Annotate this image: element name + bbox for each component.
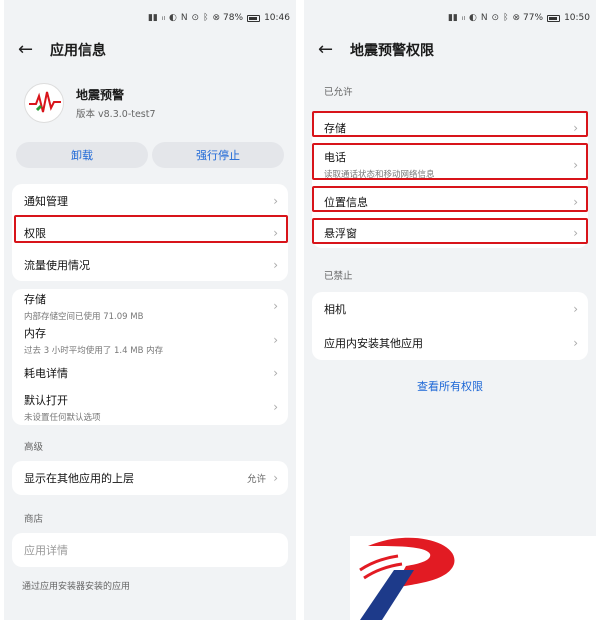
denied-permissions-card: 相机 › 应用内安装其他应用 › — [312, 292, 588, 360]
back-arrow-icon[interactable]: ← — [318, 41, 344, 59]
signal-icon: ᵢₗ — [161, 13, 165, 23]
chevron-right-icon: › — [273, 333, 278, 347]
signal-icon: ▮▮ — [147, 13, 158, 23]
chevron-right-icon: › — [273, 193, 278, 208]
permission-phone-item[interactable]: 电话 读取通话状态和移动网络信息 › — [312, 143, 588, 186]
chevron-right-icon: › — [573, 120, 578, 135]
item-label: 应用详情 — [24, 544, 68, 557]
permission-camera-item[interactable]: 相机 › — [312, 292, 588, 326]
battery-usage-item[interactable]: 耗电详情 › — [12, 357, 288, 389]
bluetooth-icon: ᛒ — [503, 13, 509, 23]
item-subtitle: 内部存储空间已使用 71.09 MB — [24, 311, 144, 322]
mute-icon: ⊗ — [212, 13, 221, 23]
wifi-icon: ◐ — [168, 13, 177, 23]
title-bar: ← 应用信息 — [4, 36, 296, 64]
wifi-icon: ◐ — [468, 13, 477, 23]
item-label: 应用内安装其他应用 — [324, 337, 423, 350]
item-label: 默认打开 — [24, 393, 68, 407]
chevron-right-icon: › — [573, 336, 578, 350]
item-value: 允许 — [246, 474, 266, 485]
page-title: 应用信息 — [50, 43, 106, 59]
item-subtitle: 读取通话状态和移动网络信息 — [324, 170, 435, 180]
chevron-right-icon: › — [573, 225, 578, 240]
item-label: 权限 — [24, 227, 46, 240]
chevron-right-icon: › — [273, 400, 278, 414]
battery-icon — [547, 14, 561, 22]
alarm-icon: ⊙ — [191, 13, 200, 23]
nfc-icon: N — [480, 13, 488, 23]
title-bar: ← 地震预警权限 — [304, 36, 596, 64]
brand-logo-icon — [359, 537, 455, 620]
item-label: 显示在其他应用的上层 — [24, 472, 134, 485]
page-title: 地震预警权限 — [350, 43, 434, 59]
chevron-right-icon: › — [273, 366, 278, 380]
mute-icon: ⊗ — [512, 13, 521, 23]
item-label: 相机 — [324, 303, 346, 316]
status-bar: ▮▮ ᵢₗ ◐ N ⊙ ᛒ ⊗ 77% 10:50 — [304, 0, 596, 36]
item-label: 流量使用情况 — [24, 259, 90, 272]
installer-note: 通过应用安装器安装的应用 — [22, 582, 131, 592]
chevron-right-icon: › — [273, 299, 278, 313]
notification-management-item[interactable]: 通知管理 › — [12, 184, 288, 217]
app-version: 版本 v8.3.0-test7 — [76, 109, 156, 120]
view-all-permissions-link[interactable]: 查看所有权限 — [304, 378, 596, 394]
chevron-right-icon: › — [273, 258, 278, 272]
battery-percent: 78% — [223, 13, 244, 23]
storage-item[interactable]: 存储 内部存储空间已使用 71.09 MB › — [12, 289, 288, 323]
settings-card: 通知管理 › 权限 › 流量使用情况 › — [12, 184, 288, 281]
chevron-right-icon: › — [273, 226, 278, 240]
permission-floating-window-item[interactable]: 悬浮窗 › — [312, 217, 588, 248]
signal-icon: ▮▮ — [447, 13, 458, 23]
item-label: 悬浮窗 — [324, 226, 357, 240]
item-label: 电话 — [324, 151, 346, 164]
advanced-card: 显示在其他应用的上层 允许 › — [12, 461, 288, 495]
back-arrow-icon[interactable]: ← — [18, 41, 44, 59]
allowed-permissions-card: 存储 › 电话 读取通话状态和移动网络信息 › 位置信息 › 悬浮窗 › — [312, 112, 588, 248]
item-subtitle: 过去 3 小时平均使用了 1.4 MB 内存 — [24, 345, 164, 356]
uninstall-button[interactable]: 卸载 — [16, 142, 148, 168]
brand-logo — [350, 536, 600, 620]
app-info-screen: ▮▮ ᵢₗ ◐ N ⊙ ᛒ ⊗ 78% 10:46 ← 应用信息 地震预警 版本… — [4, 0, 296, 620]
battery-percent: 77% — [523, 13, 544, 23]
section-label-denied: 已禁止 — [324, 271, 353, 282]
clock: 10:50 — [564, 13, 590, 23]
usage-card: 存储 内部存储空间已使用 71.09 MB › 内存 过去 3 小时平均使用了 … — [12, 289, 288, 425]
display-over-other-apps-item[interactable]: 显示在其他应用的上层 允许 › — [12, 461, 288, 495]
data-usage-item[interactable]: 流量使用情况 › — [12, 249, 288, 281]
alarm-icon: ⊙ — [491, 13, 500, 23]
permission-install-apps-item[interactable]: 应用内安装其他应用 › — [312, 326, 588, 360]
item-label: 存储 — [24, 292, 46, 306]
nfc-icon: N — [180, 13, 188, 23]
section-label-store: 商店 — [24, 514, 44, 525]
app-header: 地震预警 版本 v8.3.0-test7 — [4, 64, 296, 126]
app-details-item: 应用详情 — [12, 533, 288, 567]
app-logo-icon — [24, 83, 64, 123]
chevron-right-icon: › — [573, 194, 578, 209]
item-subtitle: 未设置任何默认选项 — [24, 412, 101, 423]
item-label: 位置信息 — [324, 195, 368, 209]
open-by-default-item[interactable]: 默认打开 未设置任何默认选项 › — [12, 389, 288, 425]
permissions-screen: ▮▮ ᵢₗ ◐ N ⊙ ᛒ ⊗ 77% 10:50 ← 地震预警权限 已允许 存… — [304, 0, 596, 620]
clock: 10:46 — [264, 13, 290, 23]
item-label: 耗电详情 — [24, 367, 68, 380]
item-label: 存储 — [324, 121, 346, 135]
permissions-item[interactable]: 权限 › — [12, 217, 288, 249]
force-stop-button[interactable]: 强行停止 — [152, 142, 284, 168]
chevron-right-icon: › — [573, 302, 578, 316]
store-card: 应用详情 — [12, 533, 288, 567]
chevron-right-icon: › — [273, 471, 278, 485]
bluetooth-icon: ᛒ — [203, 13, 209, 23]
item-label: 内存 — [24, 326, 46, 340]
signal-icon: ᵢₗ — [461, 13, 465, 23]
permission-storage-item[interactable]: 存储 › — [312, 112, 588, 143]
section-label-allowed: 已允许 — [324, 87, 353, 98]
chevron-right-icon: › — [573, 157, 578, 172]
app-name: 地震预警 — [76, 88, 125, 102]
memory-item[interactable]: 内存 过去 3 小时平均使用了 1.4 MB 内存 › — [12, 323, 288, 357]
battery-icon — [247, 14, 261, 22]
section-label-advanced: 高级 — [24, 442, 44, 453]
status-bar: ▮▮ ᵢₗ ◐ N ⊙ ᛒ ⊗ 78% 10:46 — [4, 0, 296, 36]
permission-location-item[interactable]: 位置信息 › — [312, 186, 588, 217]
item-label: 通知管理 — [24, 194, 68, 208]
